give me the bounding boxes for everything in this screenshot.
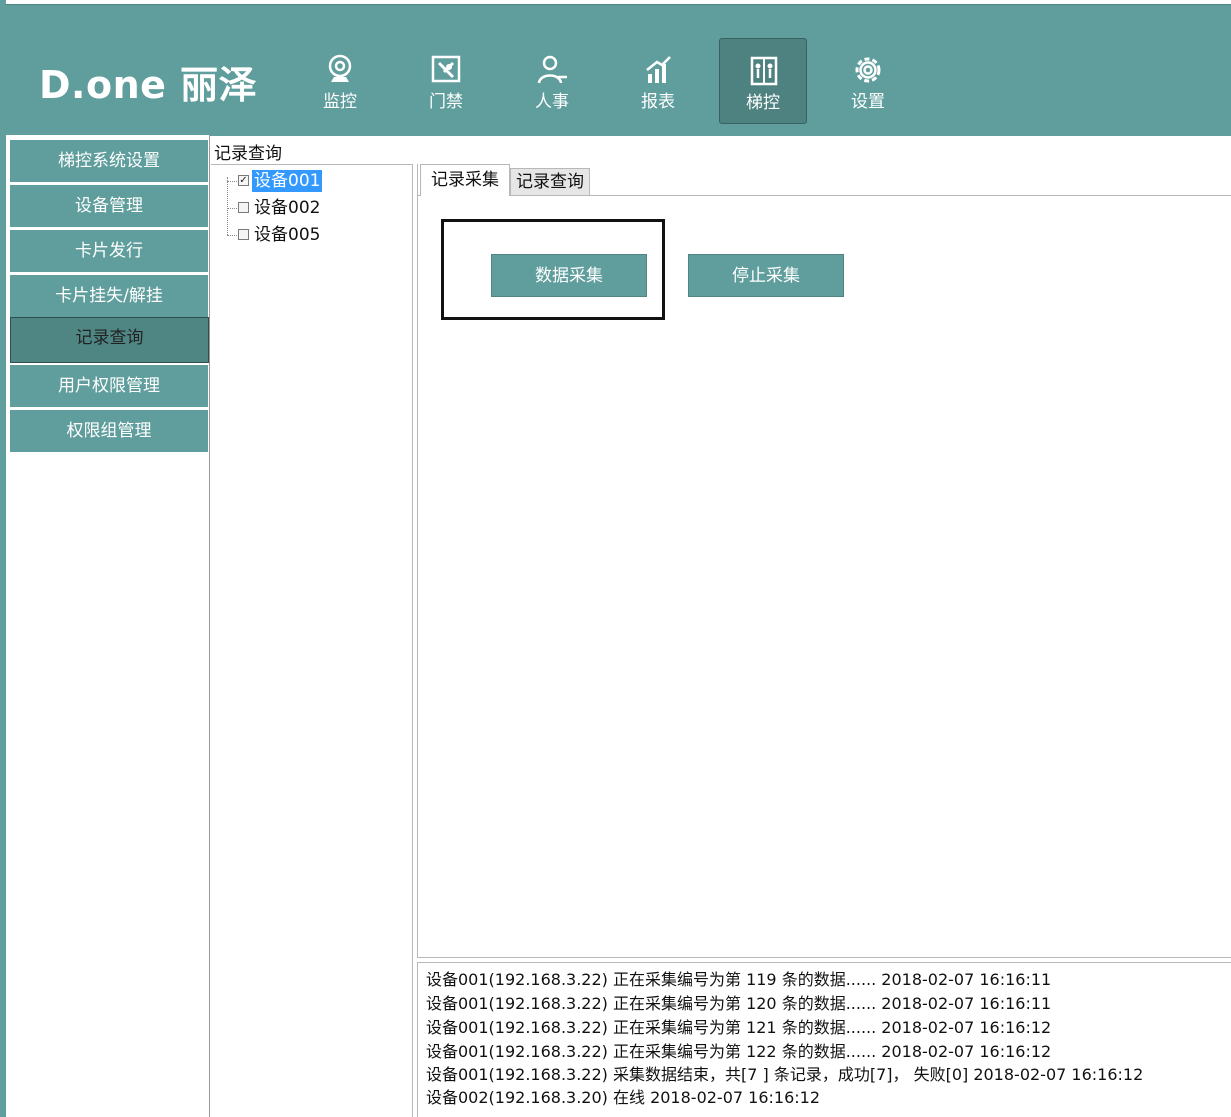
tab-record-query[interactable]: 记录查询	[510, 168, 590, 195]
tree-item-label[interactable]: 设备005	[252, 224, 322, 246]
header-bar: D.one 丽泽 监控 门禁 人事 报表 梯控 设置	[6, 4, 1231, 136]
nav-settings-label: 设置	[851, 92, 885, 112]
log-line: 设备001(192.168.3.22) 正在采集编号为第 121 条的数据...…	[426, 1018, 1052, 1037]
device-002-checkbox[interactable]	[238, 202, 249, 213]
sidebar-item-user-permissions[interactable]: 用户权限管理	[10, 365, 208, 407]
tree-item-label[interactable]: 设备002	[252, 197, 322, 219]
tree-connector	[227, 177, 228, 235]
log-line: 设备001(192.168.3.22) 正在采集编号为第 122 条的数据...…	[426, 1042, 1052, 1061]
sidebar-item-permission-groups[interactable]: 权限组管理	[10, 410, 208, 452]
tab-record-collection[interactable]: 记录采集	[420, 164, 510, 196]
nav-reports-label: 报表	[641, 92, 675, 112]
device-tree: ✓ 设备001 设备002 设备005	[211, 164, 413, 1117]
device-005-checkbox[interactable]	[238, 229, 249, 240]
brand-logo: D.one 丽泽	[39, 63, 258, 107]
panel-title: 记录查询	[214, 144, 282, 164]
nav-hr-label: 人事	[535, 92, 569, 112]
collect-data-button[interactable]: 数据采集	[491, 254, 647, 297]
elevator-icon	[750, 56, 778, 86]
log-output: 设备001(192.168.3.22) 正在采集编号为第 119 条的数据...…	[417, 962, 1231, 1117]
nav-elevator-button[interactable]: 梯控	[719, 38, 807, 124]
log-line: 设备001(192.168.3.22) 正在采集编号为第 120 条的数据...…	[426, 994, 1052, 1013]
sidebar-divider	[209, 135, 210, 1117]
nav-monitor-label: 监控	[323, 92, 357, 112]
nav-settings-button[interactable]: 设置	[824, 38, 912, 124]
bar-chart-icon	[646, 56, 671, 83]
nav-access-label: 门禁	[429, 92, 463, 112]
nav-monitor-button[interactable]: 监控	[296, 38, 384, 124]
person-icon	[537, 55, 567, 84]
sidebar-item-elevator-settings[interactable]: 梯控系统设置	[10, 140, 208, 182]
log-line: 设备002(192.168.3.20) 在线 2018-02-07 16:16:…	[426, 1088, 821, 1107]
stop-collection-button[interactable]: 停止采集	[688, 254, 844, 297]
nav-access-button[interactable]: 门禁	[402, 38, 490, 124]
tree-item-label[interactable]: 设备001	[252, 170, 323, 192]
camera-icon	[328, 54, 352, 82]
device-001-checkbox[interactable]: ✓	[238, 175, 249, 186]
sidebar-item-card-issue[interactable]: 卡片发行	[10, 230, 208, 272]
sidebar-item-card-loss[interactable]: 卡片挂失/解挂	[10, 275, 208, 317]
nav-hr-button[interactable]: 人事	[508, 38, 596, 124]
log-line: 设备001(192.168.3.22) 正在采集编号为第 119 条的数据...…	[426, 970, 1052, 989]
door-access-icon	[431, 55, 461, 83]
gear-icon	[855, 57, 881, 83]
nav-reports-button[interactable]: 报表	[614, 38, 702, 124]
nav-elevator-label: 梯控	[746, 93, 780, 113]
sidebar: 梯控系统设置 设备管理 卡片发行 卡片挂失/解挂 记录查询 用户权限管理 权限组…	[6, 135, 210, 1117]
sidebar-item-record-query[interactable]: 记录查询	[10, 317, 209, 363]
log-line: 设备001(192.168.3.22) 采集数据结束，共[7 ] 条记录，成功[…	[426, 1065, 1144, 1084]
sidebar-item-device-management[interactable]: 设备管理	[10, 185, 208, 227]
